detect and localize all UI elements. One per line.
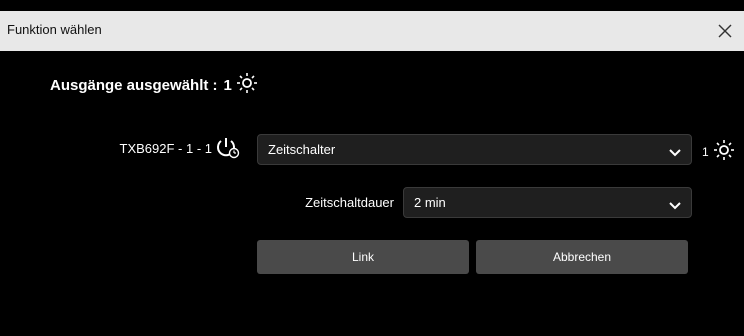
function-select[interactable]: Zeitschalter [257,134,692,165]
cancel-button[interactable]: Abbrechen [476,240,688,274]
chevron-down-icon [669,145,681,160]
selected-outputs-label: Ausgänge ausgewählt : [50,76,218,94]
function-select-value: Zeitschalter [268,142,336,157]
link-button[interactable]: Link [257,240,469,274]
duration-select[interactable]: 2 min [403,187,692,218]
lamp-icon [235,72,259,99]
output-count-value: 1 [702,144,709,159]
dialog-title: Funktion wählen [7,22,102,37]
selected-outputs-count: 1 [223,76,232,94]
device-label: TXB692F - 1 - 1 [119,141,212,156]
dialog-titlebar: Funktion wählen [0,11,744,51]
duration-select-value: 2 min [414,195,446,210]
close-icon[interactable] [714,20,736,42]
chevron-down-icon [669,198,681,213]
power-timer-icon [215,136,241,165]
lamp-icon [712,139,736,164]
duration-label: Zeitschaltdauer [305,195,394,210]
selected-outputs: Ausgänge ausgewählt : 1 [50,72,259,98]
output-count: 1 [702,139,736,164]
